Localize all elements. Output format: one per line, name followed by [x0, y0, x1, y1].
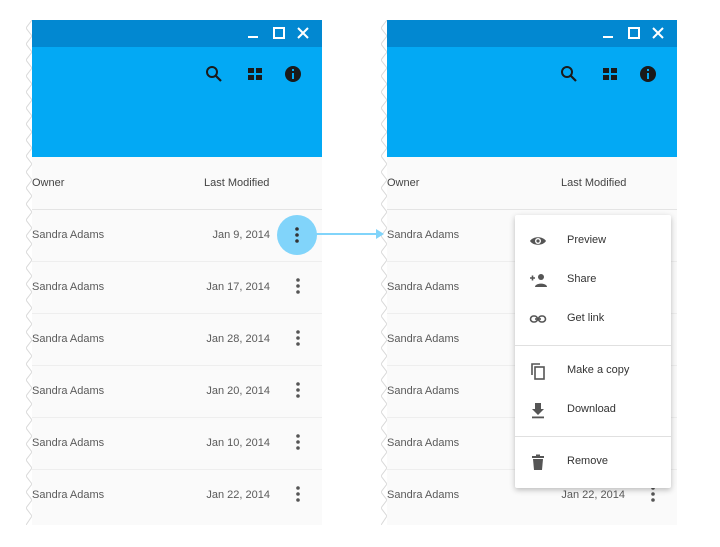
more-button-pressed[interactable]	[277, 215, 317, 255]
menu-item-label: Download	[567, 403, 616, 415]
more-vert-icon[interactable]	[290, 381, 306, 399]
close-icon[interactable]	[649, 24, 667, 42]
table-row[interactable]: Sandra Adams Jan 10, 2014	[32, 417, 322, 470]
menu-divider	[515, 436, 671, 437]
minimize-icon[interactable]	[244, 24, 262, 42]
app-bar	[32, 47, 322, 157]
owner-cell: Sandra Adams	[32, 281, 105, 293]
more-vert-icon[interactable]	[290, 277, 306, 295]
maximize-icon[interactable]	[625, 24, 643, 42]
more-vert-icon[interactable]	[290, 329, 306, 347]
menu-item-get-link[interactable]: Get link	[515, 301, 671, 337]
date-cell: Jan 9, 2014	[212, 229, 271, 241]
owner-cell: Sandra Adams	[387, 281, 460, 293]
table-row[interactable]: Sandra Adams Jan 9, 2014	[32, 209, 322, 262]
transition-arrow	[314, 229, 384, 239]
search-icon[interactable]	[203, 63, 225, 85]
table-header: Owner Last Modified	[32, 157, 322, 210]
menu-divider	[515, 345, 671, 346]
info-icon[interactable]	[282, 63, 304, 85]
date-cell: Jan 10, 2014	[206, 437, 270, 449]
owner-cell: Sandra Adams	[387, 489, 460, 501]
grid-view-icon[interactable]	[244, 63, 266, 85]
menu-item-make-a-copy[interactable]: Make a copy	[515, 353, 671, 389]
owner-cell: Sandra Adams	[32, 333, 105, 345]
table-header: Owner Last Modified	[387, 157, 677, 210]
search-icon[interactable]	[558, 63, 580, 85]
menu-item-label: Share	[567, 273, 597, 285]
column-header-last-modified[interactable]: Last Modified	[204, 177, 269, 189]
grid-view-icon[interactable]	[599, 63, 621, 85]
table-row[interactable]: Sandra Adams Jan 22, 2014	[32, 469, 322, 521]
link-icon	[529, 310, 547, 328]
trash-icon	[529, 453, 547, 471]
table-row[interactable]: Sandra Adams Jan 20, 2014	[32, 365, 322, 418]
window-panel-before: Owner Last Modified Sandra Adams Jan 9, …	[32, 20, 322, 525]
date-cell: Jan 22, 2014	[561, 489, 625, 501]
more-vert-icon[interactable]	[290, 485, 306, 503]
column-header-last-modified[interactable]: Last Modified	[561, 177, 626, 189]
date-cell: Jan 28, 2014	[206, 333, 270, 345]
date-cell: Jan 22, 2014	[206, 489, 270, 501]
menu-item-share[interactable]: Share	[515, 262, 671, 298]
eye-icon	[529, 232, 547, 250]
menu-item-remove[interactable]: Remove	[515, 444, 671, 480]
maximize-icon[interactable]	[270, 24, 288, 42]
menu-item-preview[interactable]: Preview	[515, 223, 671, 259]
owner-cell: Sandra Adams	[32, 489, 105, 501]
menu-item-label: Preview	[567, 234, 607, 246]
menu-item-label: Get link	[567, 312, 605, 324]
more-vert-icon[interactable]	[290, 433, 306, 451]
copy-icon	[529, 362, 547, 380]
window-panel-after: Owner Last Modified Sandra Adams Sandra …	[387, 20, 677, 525]
owner-cell: Sandra Adams	[32, 437, 105, 449]
date-cell: Jan 20, 2014	[206, 385, 270, 397]
owner-cell: Sandra Adams	[32, 229, 105, 241]
owner-cell: Sandra Adams	[387, 229, 460, 241]
more-vert-icon	[289, 226, 305, 244]
table-row[interactable]: Sandra Adams Jan 17, 2014	[32, 261, 322, 314]
menu-item-label: Remove	[567, 455, 608, 467]
owner-cell: Sandra Adams	[387, 385, 460, 397]
menu-item-download[interactable]: Download	[515, 392, 671, 428]
owner-cell: Sandra Adams	[387, 437, 460, 449]
context-menu: Preview Share Get link Make a copy Downl…	[515, 215, 671, 488]
title-bar	[32, 20, 322, 47]
owner-cell: Sandra Adams	[387, 333, 460, 345]
title-bar	[387, 20, 677, 47]
person-add-icon	[529, 271, 547, 289]
menu-item-label: Make a copy	[567, 364, 630, 376]
table-row[interactable]: Sandra Adams Jan 28, 2014	[32, 313, 322, 366]
close-icon[interactable]	[294, 24, 312, 42]
column-header-owner[interactable]: Owner	[32, 177, 64, 189]
owner-cell: Sandra Adams	[32, 385, 105, 397]
date-cell: Jan 17, 2014	[206, 281, 270, 293]
info-icon[interactable]	[637, 63, 659, 85]
app-bar	[387, 47, 677, 157]
minimize-icon[interactable]	[599, 24, 617, 42]
column-header-owner[interactable]: Owner	[387, 177, 419, 189]
download-icon	[529, 401, 547, 419]
